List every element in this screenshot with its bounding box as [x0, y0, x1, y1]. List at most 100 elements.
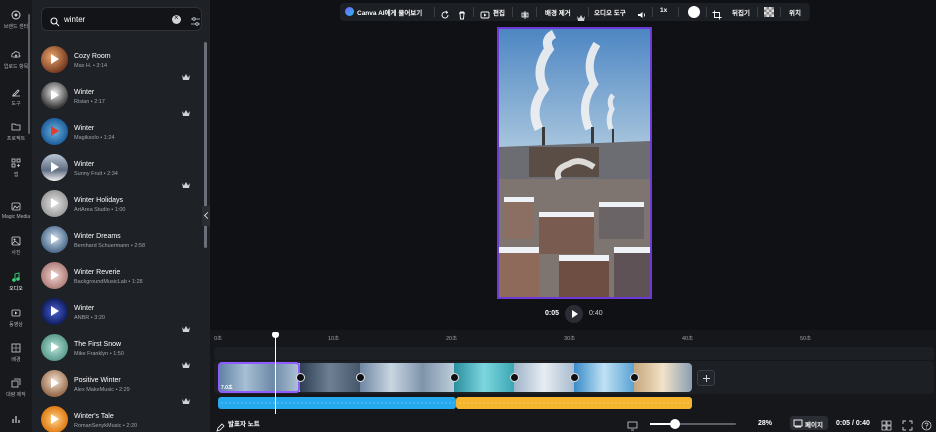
track-meta: Mike Franklyn • 1:50	[74, 351, 124, 357]
split-icon[interactable]	[520, 7, 530, 19]
timeline-ruler[interactable]: 0초 10초 20초 30초 40초 50초	[210, 330, 936, 344]
add-clip-button[interactable]	[697, 370, 715, 386]
transition-icon[interactable]	[296, 373, 305, 382]
track-title: The First Snow	[74, 341, 122, 348]
ask-canva-ai-button[interactable]: Canva AI에게 물어보기	[357, 7, 422, 17]
toolbar-divider	[678, 7, 679, 17]
track-thumbnail	[41, 262, 68, 289]
track-row[interactable]: Cozy Room Max H. • 3:14	[32, 43, 202, 80]
rail-photos[interactable]: 사진	[0, 236, 32, 256]
playback-speed-button[interactable]: 1x	[660, 7, 667, 14]
play-icon[interactable]	[51, 306, 59, 316]
play-icon[interactable]	[51, 234, 59, 244]
clip[interactable]	[454, 363, 514, 392]
track-row[interactable]: Winter Dreams Bernhard Schuermann • 2:58	[32, 223, 202, 259]
play-icon[interactable]	[51, 198, 59, 208]
help-icon[interactable]	[921, 418, 932, 431]
rail-apps[interactable]: 앱	[0, 158, 32, 178]
transition-icon[interactable]	[356, 373, 365, 382]
tick-label: 50초	[800, 336, 812, 342]
transition-icon[interactable]	[510, 373, 519, 382]
notes-icon	[216, 419, 226, 432]
color-swatch[interactable]	[688, 6, 700, 18]
track-thumbnail	[41, 154, 68, 181]
transparency-icon[interactable]	[764, 7, 774, 17]
audio-tools-button[interactable]: 오디오 도구	[594, 7, 626, 17]
transition-icon[interactable]	[450, 373, 459, 382]
track-row[interactable]: Winter Sunny Fruit • 2:34	[32, 151, 202, 188]
rail-label: 오디오	[9, 286, 23, 292]
clip[interactable]	[300, 363, 360, 392]
rail-video[interactable]: 동영상	[0, 308, 32, 328]
transition-icon[interactable]	[630, 373, 639, 382]
canvas-stage: Canva AI에게 물어보기 편집 배경 제거 오디오 도구 1x 뒤집기 위…	[210, 0, 936, 330]
play-icon[interactable]	[51, 378, 59, 388]
track-meta: ANBR • 3:20	[74, 315, 105, 321]
track-thumbnail	[41, 406, 68, 432]
rail-magic-media[interactable]: Magic Media	[0, 201, 32, 220]
edit-button[interactable]: 편집	[493, 7, 505, 17]
track-row[interactable]: Winter Holidays ArtArea Studio • 1:00	[32, 187, 202, 223]
zoom-percentage[interactable]: 28%	[758, 420, 772, 427]
rail-scrollbar[interactable]	[28, 14, 30, 134]
rail-chart[interactable]	[0, 414, 32, 427]
clip[interactable]	[634, 363, 692, 392]
video-preview[interactable]	[497, 27, 652, 299]
clip[interactable]	[514, 363, 574, 392]
transition-icon[interactable]	[570, 373, 579, 382]
playhead[interactable]	[272, 332, 279, 414]
track-title: Winter's Tale	[74, 413, 114, 420]
rail-bulk-create[interactable]: 대량 제작	[0, 378, 32, 398]
rail-background[interactable]: 배경	[0, 343, 32, 363]
clip[interactable]	[574, 363, 634, 392]
grid-view-icon[interactable]	[881, 418, 892, 431]
play-icon[interactable]	[51, 270, 59, 280]
play-icon[interactable]	[51, 162, 59, 172]
play-icon[interactable]	[51, 414, 59, 424]
play-icon[interactable]	[51, 90, 59, 100]
track-row[interactable]: Positive Winter Alex MakeMusic • 2:29	[32, 367, 202, 404]
track-thumbnail	[41, 226, 68, 253]
trash-icon[interactable]	[457, 7, 467, 20]
background-remover-button[interactable]: 배경 제거	[545, 7, 571, 17]
zoom-slider[interactable]	[650, 423, 736, 425]
track-meta: BackgroundMusicLab • 1:28	[74, 279, 143, 285]
zoom-slider-handle[interactable]	[670, 419, 680, 429]
play-button[interactable]	[565, 305, 583, 323]
play-icon[interactable]	[51, 54, 59, 64]
clip[interactable]	[360, 363, 454, 392]
track-row[interactable]: The First Snow Mike Franklyn • 1:50	[32, 331, 202, 368]
rail-label: 업로드 항목	[3, 64, 29, 70]
pages-button[interactable]: 페이지	[790, 416, 828, 430]
crop-icon[interactable]	[712, 7, 722, 20]
video-edit-icon	[480, 7, 490, 19]
refresh-icon[interactable]	[440, 7, 450, 19]
audio-clip[interactable]	[218, 397, 456, 409]
presenter-notes-button[interactable]: 발표자 노트	[228, 418, 260, 428]
track-row[interactable]: Winter Reverie BackgroundMusicLab • 1:28	[32, 259, 202, 295]
volume-icon[interactable]	[637, 7, 647, 18]
track-row[interactable]: Winter Risian • 2:17	[32, 79, 202, 116]
track-row[interactable]: Winter Magiksolo • 1:24	[32, 115, 202, 151]
track-meta: Alex MakeMusic • 2:29	[74, 387, 130, 393]
toolbar-divider	[706, 7, 707, 17]
track-meta: Risian • 2:17	[74, 99, 105, 105]
track-row[interactable]: Winter ANBR • 3:20	[32, 295, 202, 332]
display-icon[interactable]	[627, 418, 638, 431]
filter-icon[interactable]	[190, 14, 201, 32]
clear-search-icon[interactable]	[172, 13, 181, 24]
toolbar-divider	[652, 7, 653, 17]
search-input[interactable]	[64, 12, 154, 27]
rail-audio[interactable]: 오디오	[0, 272, 32, 292]
rail-label: 도구	[11, 101, 21, 107]
play-icon[interactable]	[51, 126, 59, 136]
track-meta: Sunny Fruit • 2:34	[74, 171, 118, 177]
audio-clip[interactable]	[456, 397, 692, 409]
fullscreen-icon[interactable]	[902, 418, 913, 431]
track-row[interactable]: Winter's Tale RomanSenykMusic • 2:20	[32, 403, 202, 432]
track-title: Winter	[74, 89, 95, 96]
empty-track[interactable]	[214, 347, 934, 360]
play-icon[interactable]	[51, 342, 59, 352]
position-button[interactable]: 위치	[789, 7, 801, 17]
flip-button[interactable]: 뒤집기	[732, 7, 750, 17]
